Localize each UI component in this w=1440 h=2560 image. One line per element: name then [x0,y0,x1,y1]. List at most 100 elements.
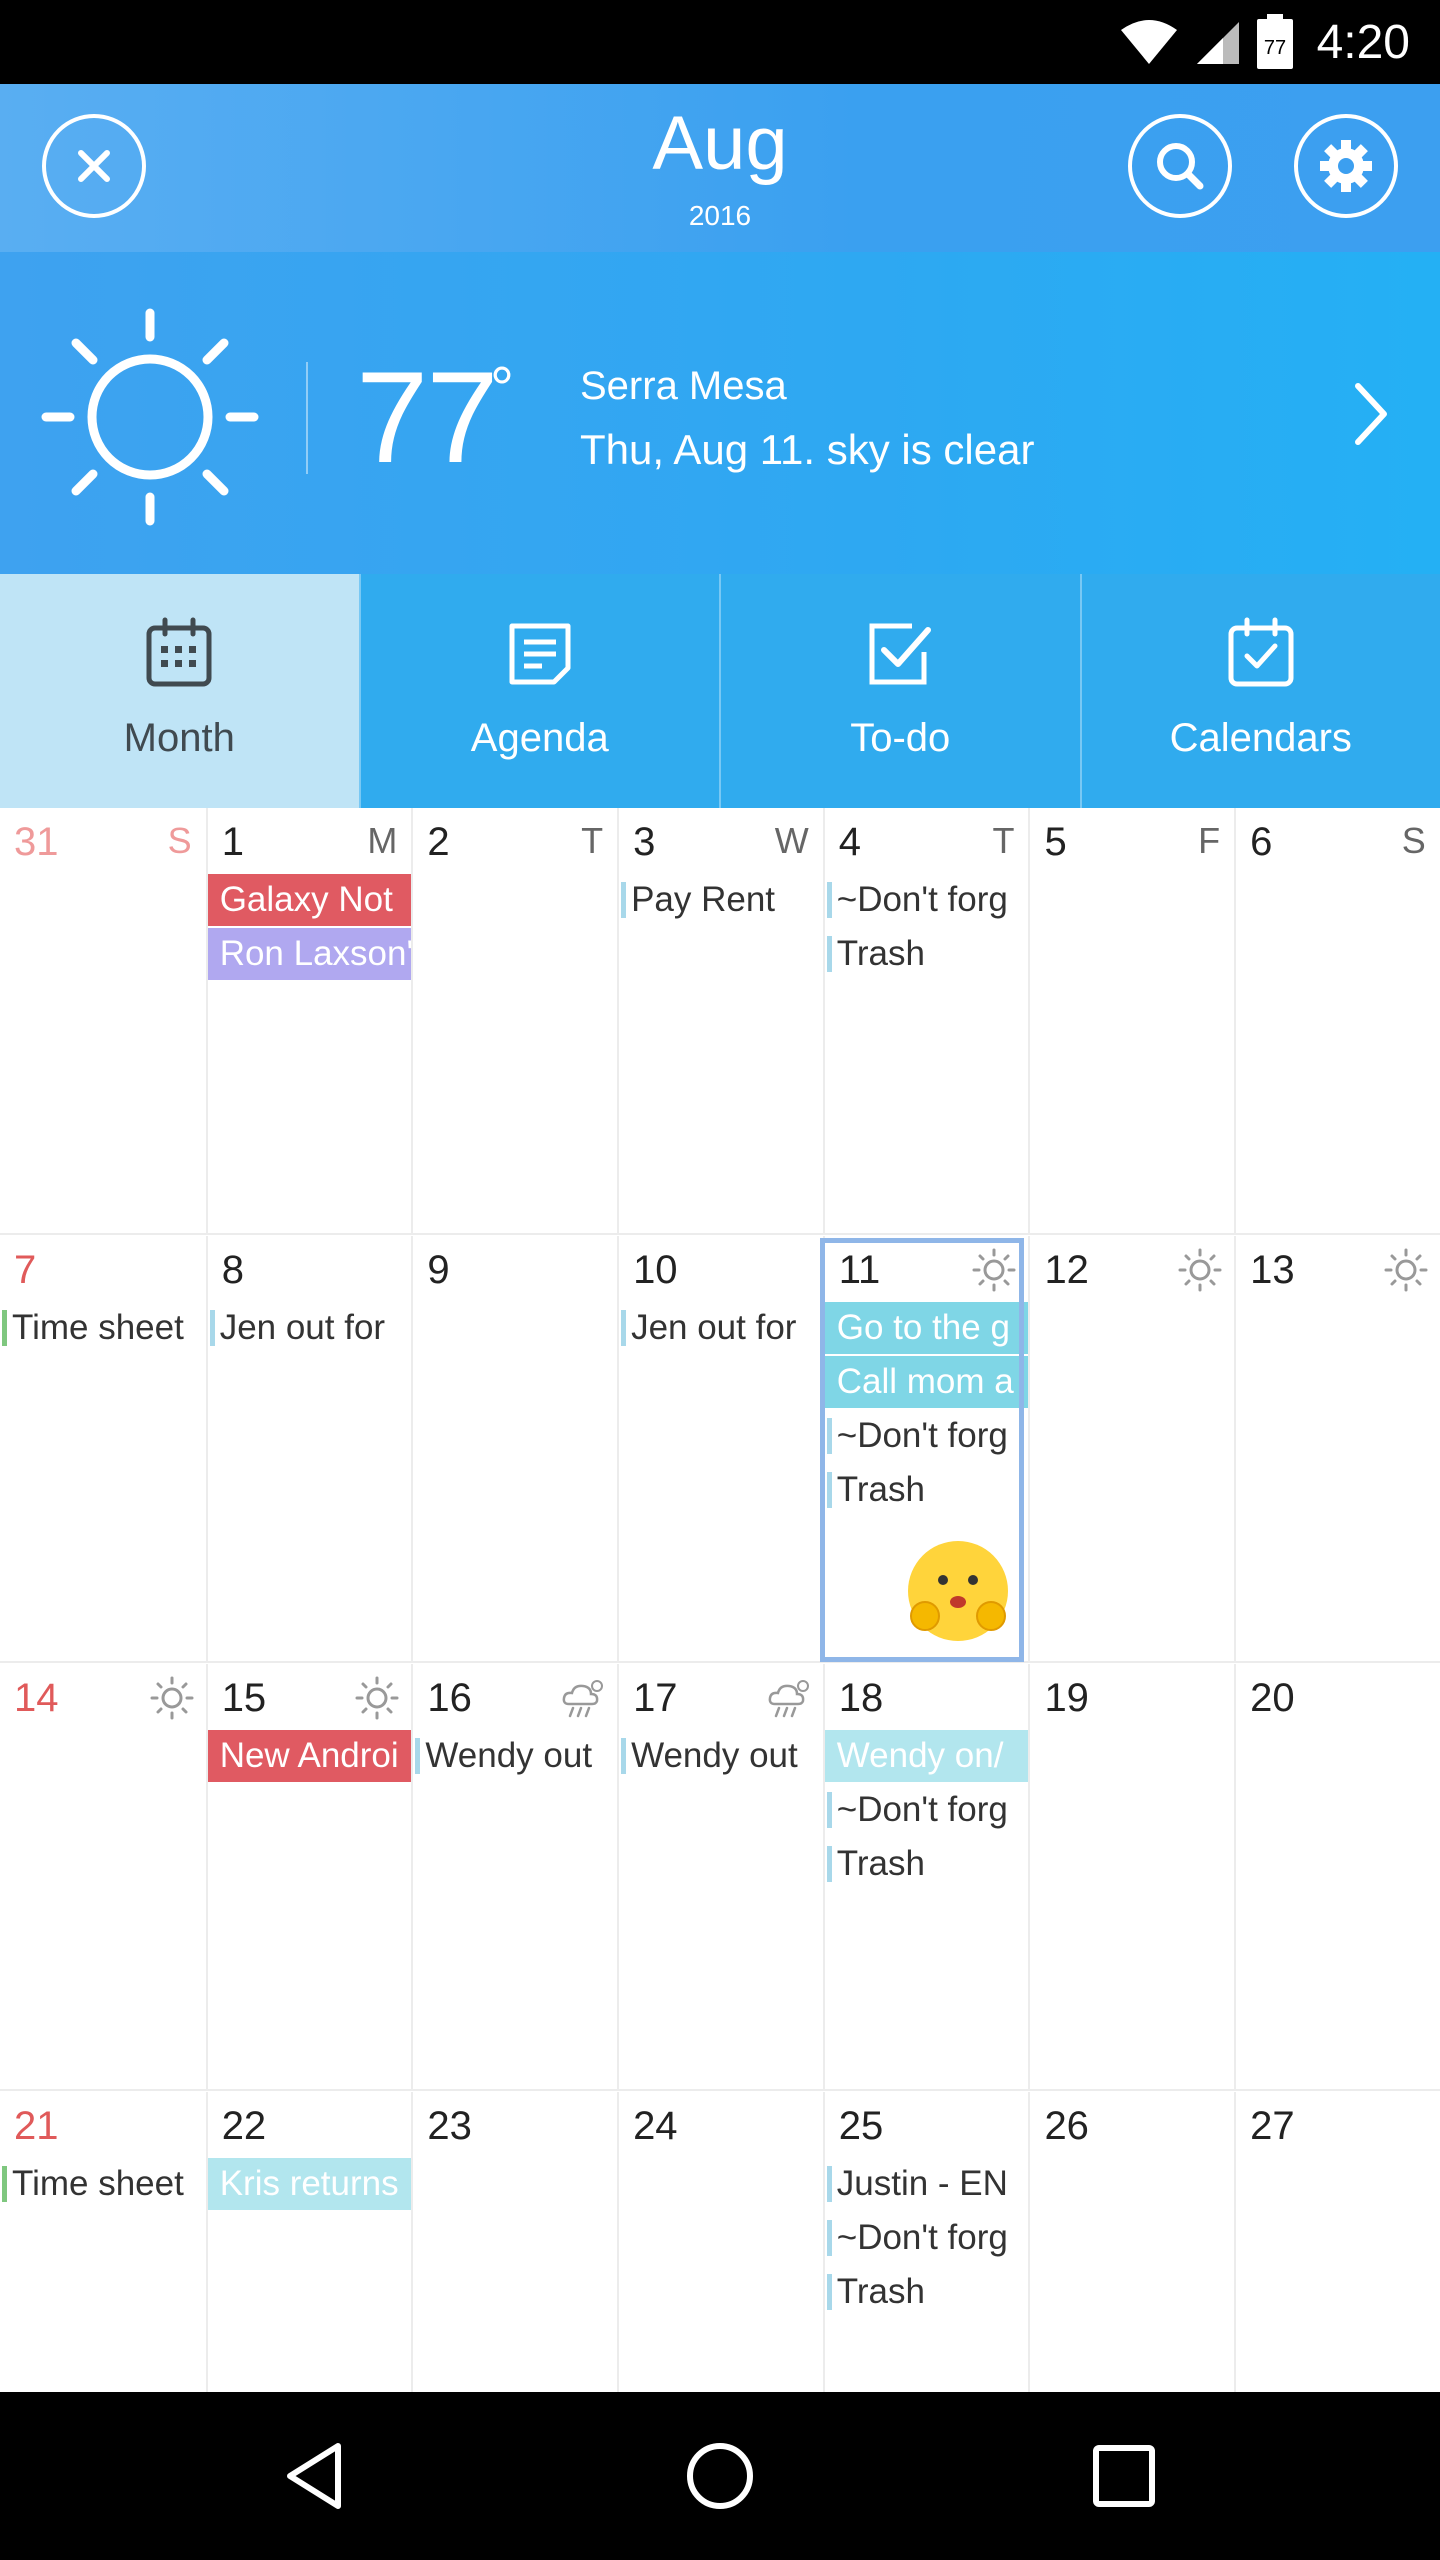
weekday-initial: S [1401,820,1426,861]
event-item[interactable]: Trash [825,1838,1029,1890]
event-list: Wendy on/~Don't forg Trash [824,1730,1029,1892]
day-cell[interactable]: 31 S [0,808,206,1233]
day-number: 27 [1250,2104,1295,2148]
day-number: 26 [1044,2104,1089,2148]
day-cell[interactable]: 2T [411,808,617,1233]
event-item[interactable]: Trash [825,928,1029,980]
day-cell[interactable]: 18 Wendy on/~Don't forg Trash [822,1664,1029,2089]
event-item[interactable]: Go to the g [824,1302,1029,1354]
home-icon[interactable] [680,2436,760,2516]
day-cell[interactable]: 1 M Galaxy Not Ron Laxson' [205,808,412,1233]
day-number: 13 [1250,1248,1295,1292]
weather-description: Thu, Aug 11. sky is clear [580,426,1035,473]
event-list: New Androi [207,1730,412,1784]
day-cell[interactable]: 15 New Androi [205,1664,412,2089]
day-cell[interactable]: 3 W Pay Rent [617,808,823,1233]
event-item[interactable]: Ron Laxson' [207,928,412,980]
day-number: 6 [1250,820,1273,864]
event-list: ~Don't forg Trash [825,874,1029,982]
weekday-initial: S [167,820,192,861]
event-item[interactable]: Trash [825,1464,1029,1516]
day-cell[interactable]: 17 Wendy out [617,1664,823,2089]
calendar-grid-icon [146,617,212,687]
weekday-initial: M [367,820,398,861]
week-row: 31 S 1 M Galaxy Not Ron Laxson' 2 T 3 W Pay Rent 4 T… [0,808,1440,1235]
status-bar: 77 4:20 [0,0,1440,84]
day-cell[interactable]: 19 [1028,1664,1234,2089]
day-number: 3 [633,820,656,864]
day-number: 19 [1044,1676,1089,1720]
day-number: 31 [14,820,59,864]
event-list: Jen out for [619,1302,823,1356]
event-item[interactable]: Kris returns [207,2158,412,2210]
weather-location: Serra Mesa [580,364,787,408]
event-item[interactable]: ~Don't forg [825,874,1029,926]
event-item[interactable]: Call mom a [824,1356,1029,1408]
tab-label: To-do [850,716,951,760]
event-item[interactable]: New Androi [207,1730,412,1782]
event-item[interactable]: ~Don't forg [825,1784,1029,1836]
event-item[interactable]: Time sheet [0,1302,206,1354]
weather-divider [306,362,308,474]
settings-button[interactable] [1294,114,1398,218]
navigation-bar [0,2392,1440,2560]
event-list: Pay Rent [619,874,823,928]
recents-icon[interactable] [1084,2436,1164,2516]
event-list: Kris returns [207,2158,412,2212]
day-number: 12 [1044,1248,1089,1292]
event-item[interactable]: ~Don't forg [825,1410,1029,1462]
day-cell[interactable]: 6S [1234,808,1440,1233]
tab-label: Calendars [1169,716,1352,760]
event-item[interactable]: Pay Rent [619,874,823,926]
day-cell[interactable]: 13 [1234,1236,1440,1661]
event-item[interactable]: Justin - EN [825,2158,1029,2210]
sun-weather-icon [1382,1246,1430,1294]
chevron-right-icon[interactable] [1340,374,1400,454]
search-button[interactable] [1128,114,1232,218]
event-item[interactable]: Wendy on/ [824,1730,1029,1782]
event-item[interactable]: Time sheet [0,2158,206,2210]
day-cell[interactable]: 4 T ~Don't forg Trash [822,808,1029,1233]
gear-icon [1320,140,1372,192]
day-cell[interactable]: 7 Time sheet [0,1236,206,1661]
day-cell[interactable]: 14 [0,1664,206,2089]
back-icon[interactable] [276,2436,356,2516]
day-number: 20 [1250,1676,1295,1720]
wifi-icon [1120,20,1177,64]
search-icon [1157,143,1204,190]
tab-calendars[interactable]: Calendars [1079,574,1440,808]
event-item[interactable]: Wendy out [413,1730,617,1782]
event-item[interactable]: ~Don't forg [825,2212,1029,2264]
event-item[interactable]: Jen out for [619,1302,823,1354]
year-subtitle: 2016 [688,200,752,231]
day-cell[interactable]: 12 [1028,1236,1234,1661]
event-item[interactable]: Jen out for [208,1302,412,1354]
calendar-check-icon [1228,617,1294,687]
day-cell[interactable]: 16 Wendy out [411,1664,617,2089]
event-item[interactable]: Wendy out [619,1730,823,1782]
tab-month[interactable]: Month [0,574,359,808]
day-cell[interactable]: 20 [1234,1664,1440,2089]
day-number: 9 [427,1248,450,1292]
weekday-initial: T [581,820,604,861]
day-cell[interactable]: 9 [411,1236,617,1661]
day-cell[interactable]: 10 Jen out for [617,1236,823,1661]
emoji-sticker[interactable] [903,1536,1013,1646]
day-cell[interactable]: 5F [1028,808,1234,1233]
tab-label: Month [123,716,235,760]
day-number: 8 [221,1248,244,1292]
weather-banner[interactable]: 77 ° Serra Mesa Thu, Aug 11. sky is clea… [0,252,1440,574]
day-number: 14 [14,1676,59,1720]
temperature: 77 [356,344,499,490]
battery-icon: 77 [1256,14,1293,69]
tab-todo[interactable]: To-do [719,574,1080,808]
day-cell[interactable]: 11 Go to the g Call mom a ~Don't forg Trash [822,1236,1029,1661]
event-list: Wendy out [413,1730,617,1784]
day-number: 21 [14,2104,59,2148]
event-item[interactable]: Trash [825,2266,1029,2318]
tab-agenda[interactable]: Agenda [358,574,720,808]
degree-symbol: ° [490,355,514,422]
day-cell[interactable]: 8 Jen out for [205,1236,412,1661]
event-item[interactable]: Galaxy Not [207,874,412,926]
day-number: 11 [838,1248,881,1292]
